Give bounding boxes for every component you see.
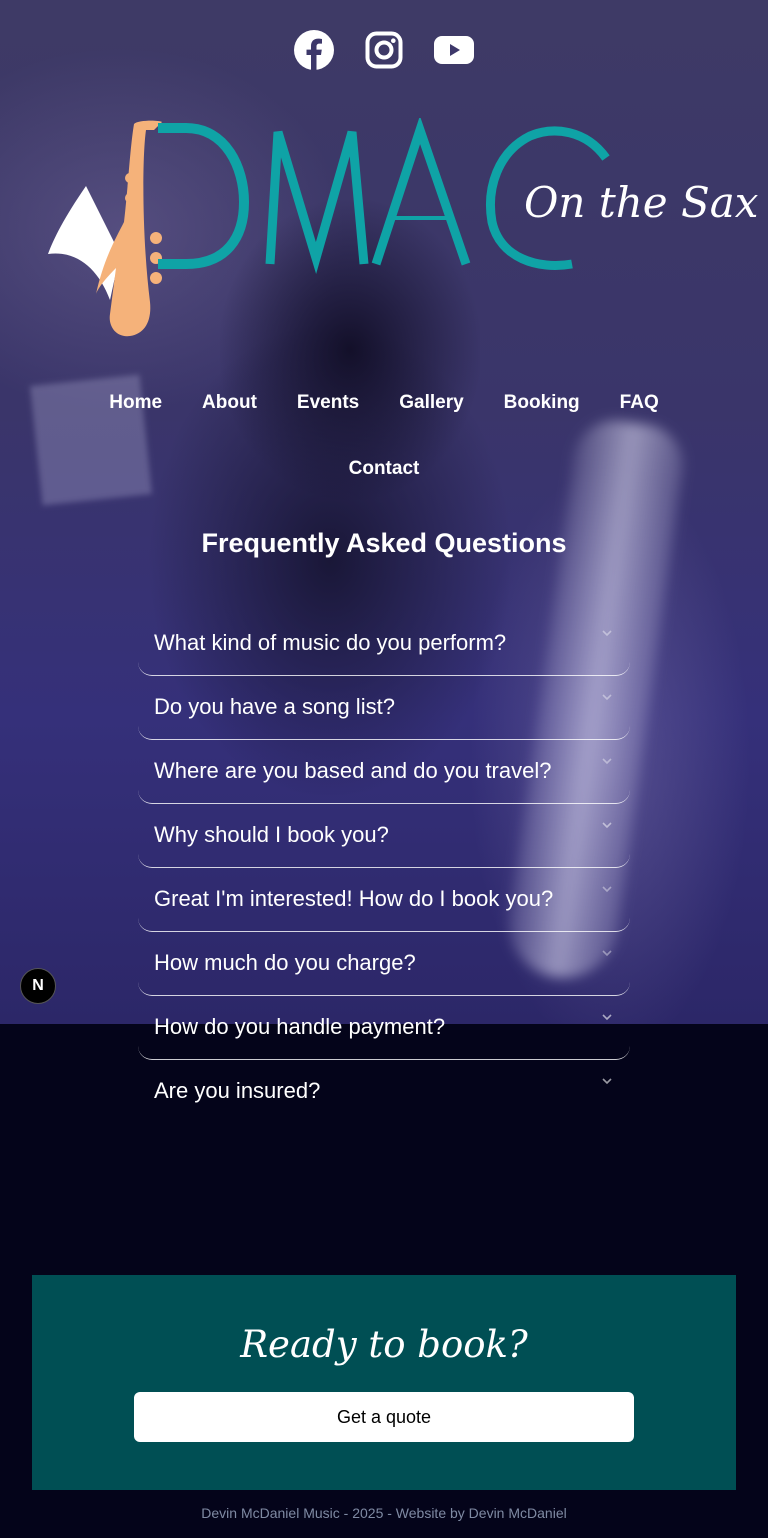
get-quote-button[interactable]: Get a quote [134, 1392, 634, 1442]
nav-faq[interactable]: FAQ [600, 384, 679, 422]
faq-question: Do you have a song list? [154, 694, 395, 719]
facebook-icon[interactable] [294, 30, 334, 70]
faq-accordion: What kind of music do you perform? Do yo… [138, 612, 630, 1124]
chevron-down-icon [602, 950, 612, 957]
cta-heading: Ready to book? [240, 1323, 528, 1366]
faq-question: Are you insured? [154, 1078, 321, 1103]
youtube-icon[interactable] [434, 30, 474, 70]
faq-question: How much do you charge? [154, 950, 416, 975]
faq-item[interactable]: Are you insured? [138, 1060, 630, 1124]
chevron-down-icon [602, 630, 612, 637]
nextjs-badge-icon[interactable]: N [20, 968, 56, 1004]
logo-graphic [48, 115, 610, 337]
nav-events[interactable]: Events [277, 384, 379, 422]
site-logo[interactable]: On the Sax [46, 115, 758, 340]
chevron-down-icon [602, 886, 612, 893]
chevron-down-icon [602, 1078, 612, 1085]
chevron-down-icon [602, 694, 612, 701]
faq-item[interactable]: How much do you charge? [138, 932, 630, 996]
chevron-down-icon [602, 758, 612, 765]
faq-item[interactable]: What kind of music do you perform? [138, 612, 630, 676]
chevron-down-icon [602, 822, 612, 829]
main-navigation: Home About Events Gallery Booking FAQ Co… [0, 384, 768, 488]
faq-question: Where are you based and do you travel? [154, 758, 552, 783]
social-links [0, 30, 768, 70]
booking-cta: Ready to book? Get a quote [32, 1275, 736, 1490]
faq-item[interactable]: Why should I book you? [138, 804, 630, 868]
faq-item[interactable]: Where are you based and do you travel? [138, 740, 630, 804]
nav-contact[interactable]: Contact [329, 450, 440, 488]
faq-question: How do you handle payment? [154, 1014, 446, 1039]
chevron-down-icon [602, 1014, 612, 1021]
faq-item[interactable]: Do you have a song list? [138, 676, 630, 740]
faq-question: Great I'm interested! How do I book you? [154, 886, 554, 911]
nav-about[interactable]: About [182, 384, 277, 422]
faq-question: What kind of music do you perform? [154, 630, 507, 655]
footer-credit: Devin McDaniel Music - 2025 - Website by… [201, 1505, 567, 1521]
nav-booking[interactable]: Booking [484, 384, 600, 422]
page-title: Frequently Asked Questions [201, 528, 567, 558]
instagram-icon[interactable] [364, 30, 404, 70]
faq-item[interactable]: How do you handle payment? [138, 996, 630, 1060]
faq-item[interactable]: Great I'm interested! How do I book you? [138, 868, 630, 932]
nav-gallery[interactable]: Gallery [379, 384, 483, 422]
logo-tagline: On the Sax [524, 178, 759, 227]
nav-home[interactable]: Home [89, 384, 182, 422]
faq-question: Why should I book you? [154, 822, 389, 847]
